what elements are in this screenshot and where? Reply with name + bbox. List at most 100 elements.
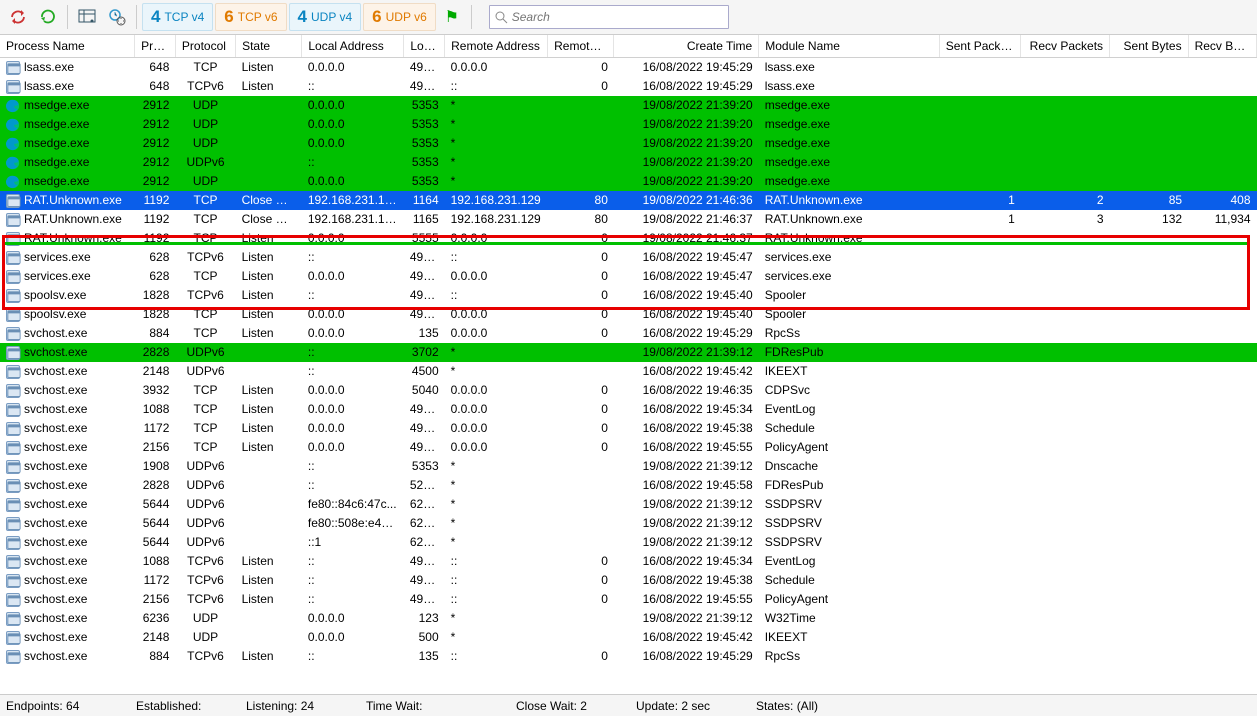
table-row[interactable]: msedge.exe2912UDPv6::5353*19/08/2022 21:… — [0, 153, 1257, 172]
table-row[interactable]: lsass.exe648TCPv6Listen::49664::016/08/2… — [0, 77, 1257, 96]
filter-tcp-v4[interactable]: 4 TCP v4 — [142, 3, 213, 31]
table-row[interactable]: svchost.exe5644UDPv6fe80::508e:e4e...627… — [0, 514, 1257, 533]
table-row[interactable]: services.exe628TCPv6Listen::49669::016/0… — [0, 248, 1257, 267]
column-ctime[interactable]: Create Time — [614, 35, 759, 58]
process-name-label: RAT.Unknown.exe — [24, 211, 122, 228]
settings-button[interactable] — [103, 3, 131, 31]
cell-ctime: 19/08/2022 21:39:12 — [614, 609, 759, 628]
process-name-label: svchost.exe — [24, 534, 87, 551]
table-row[interactable]: svchost.exe2156TCPListen0.0.0.0496700.0.… — [0, 438, 1257, 457]
table-row[interactable]: svchost.exe2148UDPv6::4500*16/08/2022 19… — [0, 362, 1257, 381]
cell-state: Listen — [236, 267, 302, 286]
filter-udp-v6[interactable]: 6 UDP v6 — [363, 3, 436, 31]
column-state[interactable]: State — [236, 35, 302, 58]
cell-laddr: :: — [302, 552, 404, 571]
table-row[interactable]: svchost.exe5644UDPv6::162762*19/08/2022 … — [0, 533, 1257, 552]
table-row[interactable]: svchost.exe1088TCPListen0.0.0.0496660.0.… — [0, 400, 1257, 419]
table-row[interactable]: msedge.exe2912UDP0.0.0.05353*19/08/2022 … — [0, 115, 1257, 134]
table-row[interactable]: RAT.Unknown.exe1192TCPClose W...192.168.… — [0, 210, 1257, 229]
cell-rpkt — [1021, 172, 1110, 191]
table-row[interactable]: svchost.exe1088TCPv6Listen::49666::016/0… — [0, 552, 1257, 571]
cell-state: Listen — [236, 647, 302, 666]
app-icon — [6, 194, 20, 208]
cell-laddr: fe80::508e:e4e... — [302, 514, 404, 533]
cell-ctime: 19/08/2022 21:39:12 — [614, 343, 759, 362]
cell-rbyte — [1188, 134, 1256, 153]
table-row[interactable]: svchost.exe3932TCPListen0.0.0.050400.0.0… — [0, 381, 1257, 400]
table-row[interactable]: svchost.exe884TCPv6Listen::135::016/08/2… — [0, 647, 1257, 666]
column-pname[interactable]: Process Name — [0, 35, 135, 58]
table-row[interactable]: svchost.exe1172TCPv6Listen::49667::016/0… — [0, 571, 1257, 590]
flag-button[interactable]: ⚑ — [438, 3, 466, 31]
column-module[interactable]: Module Name — [759, 35, 940, 58]
column-pid[interactable]: Pro... — [135, 35, 176, 58]
cell-state: Listen — [236, 590, 302, 609]
cell-spkt — [939, 305, 1021, 324]
search-input[interactable] — [512, 10, 728, 24]
table-row[interactable]: svchost.exe2156TCPv6Listen::49670::016/0… — [0, 590, 1257, 609]
table-row[interactable]: svchost.exe6236UDP0.0.0.0123*19/08/2022 … — [0, 609, 1257, 628]
refresh-red-button[interactable] — [4, 3, 32, 31]
cell-ctime: 19/08/2022 21:39:20 — [614, 134, 759, 153]
process-name-label: svchost.exe — [24, 420, 87, 437]
table-row[interactable]: svchost.exe2148UDP0.0.0.0500*16/08/2022 … — [0, 628, 1257, 647]
column-spkt[interactable]: Sent Packets — [939, 35, 1021, 58]
table-row[interactable]: spoolsv.exe1828TCPListen0.0.0.0496680.0.… — [0, 305, 1257, 324]
cell-rport — [548, 457, 614, 476]
process-name-label: svchost.exe — [24, 591, 87, 608]
table-row[interactable]: msedge.exe2912UDP0.0.0.05353*19/08/2022 … — [0, 96, 1257, 115]
cell-rpkt — [1021, 343, 1110, 362]
table-row[interactable]: svchost.exe5644UDPv6fe80::84c6:47c...627… — [0, 495, 1257, 514]
cell-ctime: 16/08/2022 19:45:58 — [614, 476, 759, 495]
cell-state — [236, 476, 302, 495]
column-rport[interactable]: Remote P... — [548, 35, 614, 58]
cell-rpkt — [1021, 229, 1110, 248]
column-rpkt[interactable]: Recv Packets — [1021, 35, 1110, 58]
table-row[interactable]: lsass.exe648TCPListen0.0.0.0496640.0.0.0… — [0, 58, 1257, 78]
cell-module: RAT.Unknown.exe — [759, 191, 940, 210]
table-row[interactable]: svchost.exe884TCPListen0.0.0.01350.0.0.0… — [0, 324, 1257, 343]
refresh-green-button[interactable] — [34, 3, 62, 31]
cell-ctime: 16/08/2022 19:46:35 — [614, 381, 759, 400]
cell-rbyte — [1188, 457, 1256, 476]
cell-rpkt — [1021, 628, 1110, 647]
cell-pname: msedge.exe — [0, 153, 135, 172]
column-proto[interactable]: Protocol — [175, 35, 235, 58]
app-icon — [6, 422, 20, 436]
cell-state — [236, 343, 302, 362]
table-row[interactable]: RAT.Unknown.exe1192TCPListen0.0.0.055550… — [0, 229, 1257, 248]
column-sbyte[interactable]: Sent Bytes — [1110, 35, 1189, 58]
table-row[interactable]: services.exe628TCPListen0.0.0.0496690.0.… — [0, 267, 1257, 286]
column-lport[interactable]: Loca... — [404, 35, 445, 58]
column-rbyte[interactable]: Recv Bytes — [1188, 35, 1256, 58]
cell-proto: UDP — [175, 609, 235, 628]
process-name-label: msedge.exe — [24, 97, 89, 114]
cell-module: Schedule — [759, 571, 940, 590]
cell-pname: svchost.exe — [0, 400, 135, 419]
table-row[interactable]: svchost.exe1172TCPListen0.0.0.0496670.0.… — [0, 419, 1257, 438]
column-raddr[interactable]: Remote Address — [445, 35, 548, 58]
search-field[interactable] — [489, 5, 729, 29]
cell-sbyte — [1110, 381, 1189, 400]
table-row[interactable]: msedge.exe2912UDP0.0.0.05353*19/08/2022 … — [0, 134, 1257, 153]
filter-udp-v4[interactable]: 4 UDP v4 — [289, 3, 362, 31]
cell-ctime: 16/08/2022 19:45:29 — [614, 77, 759, 96]
table-row[interactable]: msedge.exe2912UDP0.0.0.05353*19/08/2022 … — [0, 172, 1257, 191]
filter-tcp-v6[interactable]: 6 TCP v6 — [215, 3, 286, 31]
process-name-label: svchost.exe — [24, 477, 87, 494]
table-row[interactable]: svchost.exe1908UDPv6::5353*19/08/2022 21… — [0, 457, 1257, 476]
cell-ctime: 16/08/2022 19:45:29 — [614, 647, 759, 666]
cell-state: Listen — [236, 229, 302, 248]
table-row[interactable]: svchost.exe2828UDPv6::52034*16/08/2022 1… — [0, 476, 1257, 495]
column-laddr[interactable]: Local Address — [302, 35, 404, 58]
view-options-button[interactable] — [73, 3, 101, 31]
cell-pname: svchost.exe — [0, 628, 135, 647]
table-row[interactable]: RAT.Unknown.exe1192TCPClose W...192.168.… — [0, 191, 1257, 210]
table-row[interactable]: svchost.exe2828UDPv6::3702*19/08/2022 21… — [0, 343, 1257, 362]
cell-rbyte: 408 — [1188, 191, 1256, 210]
cell-state — [236, 533, 302, 552]
cell-pname: svchost.exe — [0, 476, 135, 495]
connections-grid[interactable]: Process NamePro...ProtocolStateLocal Add… — [0, 35, 1257, 694]
cell-module: msedge.exe — [759, 115, 940, 134]
table-row[interactable]: spoolsv.exe1828TCPv6Listen::49668::016/0… — [0, 286, 1257, 305]
